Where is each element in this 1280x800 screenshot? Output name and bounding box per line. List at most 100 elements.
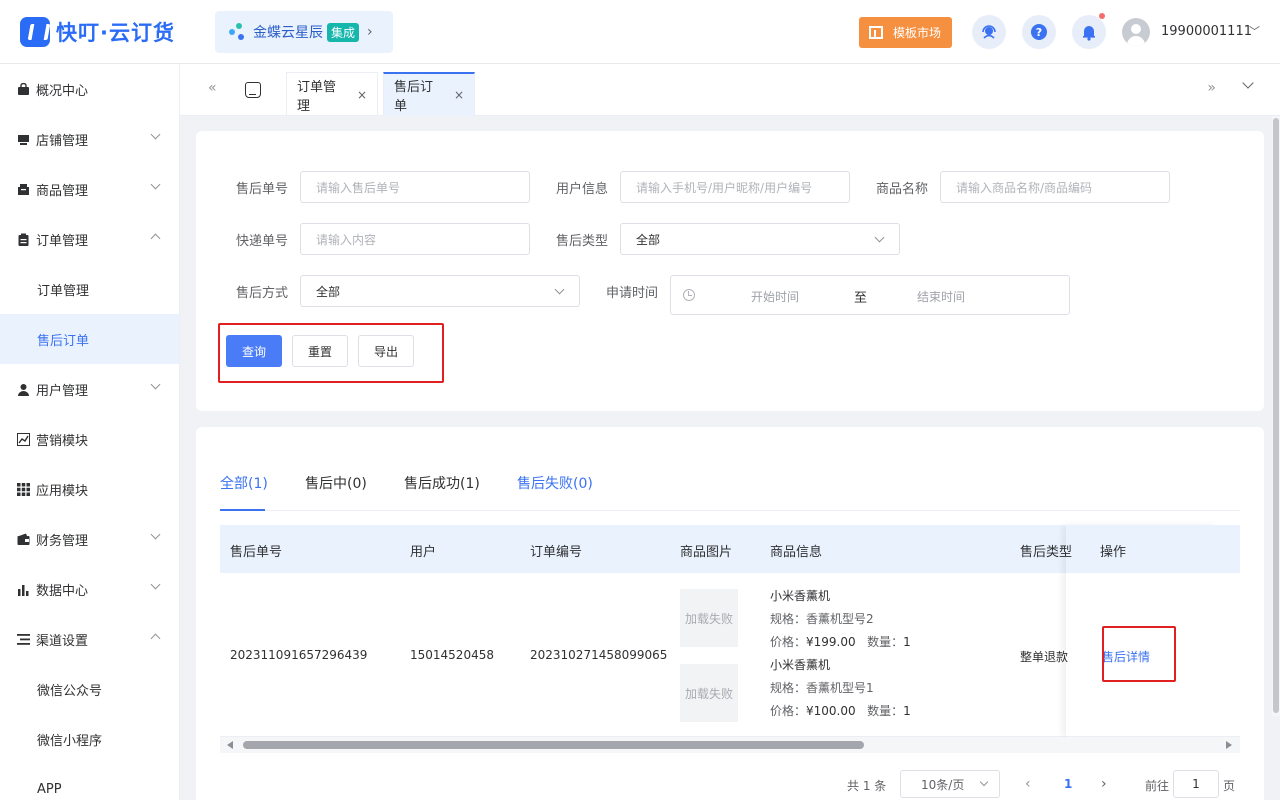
sidebar-subitem-wechat-miniprogram[interactable]: 微信小程序 <box>0 714 179 764</box>
scrollbar-thumb[interactable] <box>243 741 864 749</box>
goto-page-input[interactable]: 1 <box>1173 770 1219 798</box>
after-sale-method-select[interactable]: 全部 <box>300 275 580 307</box>
goods-price: ¥199.00 <box>806 635 856 649</box>
home-icon[interactable] <box>245 82 261 98</box>
integration-badge: 集成 <box>327 22 360 42</box>
sidebar-item-data-center[interactable]: 数据中心 <box>0 564 179 614</box>
goods-icon <box>17 183 30 196</box>
express-no-label: 快递单号 <box>236 234 289 249</box>
template-market-button[interactable]: 模板市场 <box>859 17 952 48</box>
close-icon[interactable]: × <box>454 88 464 102</box>
after-sale-no-label: 售后单号 <box>236 182 289 197</box>
tab-failed[interactable]: 售后失败(0) <box>517 473 593 493</box>
goods-name: 小米香薰机 <box>770 658 831 672</box>
sidebar-item-label: 订单管理 <box>36 233 89 249</box>
sidebar-item-orders[interactable]: 订单管理 <box>0 214 179 264</box>
horizontal-scrollbar[interactable] <box>220 737 1240 753</box>
sidebar-item-goods[interactable]: 商品管理 <box>0 164 179 214</box>
sidebar-item-label: 渠道设置 <box>36 633 89 649</box>
price-label: 价格： <box>770 704 807 718</box>
after-sale-no-input[interactable]: 请输入售后单号 <box>300 171 530 203</box>
chevron-right-icon: › <box>367 24 373 40</box>
sidebar-subitem-wechat-official[interactable]: 微信公众号 <box>0 664 179 714</box>
brand-logo[interactable]: 快叮·云订货 <box>20 17 175 47</box>
start-time-input[interactable]: 开始时间 <box>751 288 799 305</box>
sidebar-subitem-after-sale-orders[interactable]: 售后订单 <box>0 314 179 364</box>
sidebar-item-marketing[interactable]: 营销模块 <box>0 414 179 464</box>
tab-in-progress[interactable]: 售后中(0) <box>305 473 367 493</box>
avatar[interactable] <box>1122 18 1150 46</box>
express-no-input[interactable]: 请输入内容 <box>300 223 530 255</box>
status-tabs: 全部(1) 售后中(0) 售后成功(1) 售后失败(0) <box>220 473 1240 511</box>
sidebar-item-users[interactable]: 用户管理 <box>0 364 179 414</box>
orders-table-panel: 全部(1) 售后中(0) 售后成功(1) 售后失败(0) 售后单号 用户 订单编… <box>196 427 1264 800</box>
chevron-down-icon <box>150 579 161 590</box>
scroll-right-icon[interactable]: » <box>1207 80 1216 96</box>
notifications-button[interactable] <box>1072 13 1106 49</box>
tab-order-management[interactable]: 订单管理 × <box>286 72 378 116</box>
price-label: 价格： <box>770 635 807 649</box>
chevron-up-icon <box>150 233 161 244</box>
prev-page-button[interactable]: ‹ <box>1025 776 1031 792</box>
sidebar-item-apps[interactable]: 应用模块 <box>0 464 179 514</box>
partner-integration-button[interactable]: 金蝶云星辰 集成 › <box>215 11 393 53</box>
sidebar-item-label: 营销模块 <box>36 433 89 449</box>
notification-dot <box>1099 13 1105 19</box>
customer-service-button[interactable] <box>972 15 1006 49</box>
sidebar-item-finance[interactable]: 财务管理 <box>0 514 179 564</box>
sidebar-subitem-app[interactable]: APP <box>0 764 179 800</box>
range-separator: 至 <box>854 291 868 306</box>
sidebar-item-label: 商品管理 <box>36 183 89 199</box>
chevron-down-icon[interactable]: ﹀ <box>1249 23 1260 39</box>
template-icon <box>869 26 883 39</box>
sidebar-item-overview[interactable]: 概况中心 <box>0 64 179 114</box>
page-size-select[interactable]: 10条/页 <box>900 770 1000 798</box>
column-header: 用户 <box>410 545 437 560</box>
end-time-input[interactable]: 结束时间 <box>917 288 965 305</box>
goods-name: 小米香薰机 <box>770 589 831 603</box>
apply-time-range-picker[interactable]: 开始时间 至 结束时间 <box>670 275 1070 315</box>
help-button[interactable]: ? <box>1022 15 1056 49</box>
tab-success[interactable]: 售后成功(1) <box>404 473 480 493</box>
chevron-down-icon <box>150 379 161 390</box>
sidebar-subitem-order-management[interactable]: 订单管理 <box>0 264 179 314</box>
tab-all[interactable]: 全部(1) <box>220 473 268 493</box>
after-sale-no-cell: 202311091657296439 <box>230 648 368 662</box>
after-sale-type-value: 全部 <box>636 232 661 247</box>
chevron-down-icon <box>554 284 565 295</box>
user-info-input[interactable]: 请输入手机号/用户昵称/用户编号 <box>620 171 850 203</box>
kingdee-logo-icon <box>229 23 247 41</box>
fixed-action-column <box>1066 525 1216 737</box>
tab-after-sale-orders[interactable]: 售后订单 × <box>383 72 475 116</box>
username[interactable]: 19900001111 <box>1161 24 1252 39</box>
page-number-current[interactable]: 1 <box>1064 777 1072 791</box>
scrollbar-thumb[interactable] <box>1273 118 1279 713</box>
vertical-scrollbar[interactable] <box>1272 116 1280 716</box>
sidebar-item-label: 应用模块 <box>36 483 89 499</box>
chevron-down-icon[interactable] <box>1242 77 1254 89</box>
product-name-label: 商品名称 <box>876 182 929 197</box>
sidebar-item-channels[interactable]: 渠道设置 <box>0 614 179 664</box>
product-image-placeholder: 加载失败 <box>680 589 738 647</box>
after-sale-type-select[interactable]: 全部 <box>620 223 900 255</box>
column-header: 订单编号 <box>530 545 583 560</box>
bar-chart-icon <box>17 583 30 596</box>
product-name-input[interactable]: 请输入商品名称/商品编码 <box>940 171 1170 203</box>
user-icon <box>17 383 30 396</box>
scroll-left-icon[interactable]: « <box>208 80 217 96</box>
chevron-down-icon <box>150 529 161 540</box>
after-sale-method-value: 全部 <box>316 284 341 299</box>
after-sale-method-label: 售后方式 <box>236 286 289 301</box>
help-icon: ? <box>1031 24 1047 40</box>
bell-icon <box>1083 26 1095 41</box>
goods-spec: 规格：香薰机型号1 <box>770 681 874 695</box>
after-sale-type-label: 售后类型 <box>556 234 609 249</box>
close-icon[interactable]: × <box>357 88 367 102</box>
next-page-button[interactable]: › <box>1101 776 1107 792</box>
scroll-left-arrow-icon[interactable] <box>227 741 233 749</box>
wallet-icon <box>17 533 30 546</box>
goods-qty: 1 <box>903 704 911 718</box>
sidebar-item-shop[interactable]: 店铺管理 <box>0 114 179 164</box>
qty-label: 数量： <box>867 635 904 649</box>
scroll-right-arrow-icon[interactable] <box>1226 741 1232 749</box>
